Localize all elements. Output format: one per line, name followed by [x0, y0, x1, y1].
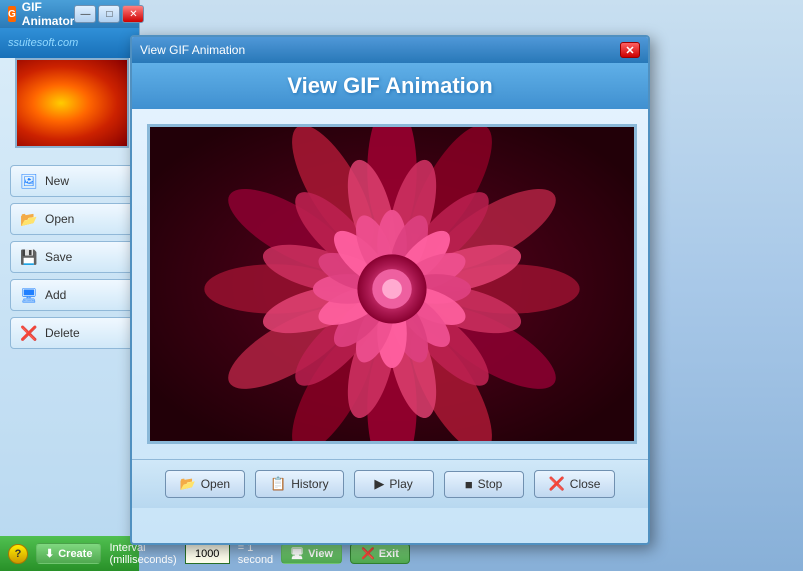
app-title: GIF Animator	[22, 0, 75, 28]
dialog-stop-icon: ■	[465, 477, 473, 492]
dialog-content	[132, 109, 648, 459]
save-label: Save	[45, 250, 72, 264]
exit-label: Exit	[379, 548, 399, 560]
open-icon: 📂	[19, 209, 39, 229]
interval-input[interactable]	[185, 544, 230, 564]
brand-text: ssuitesoft.com	[8, 37, 78, 49]
gif-display	[147, 124, 637, 444]
dialog-play-label: Play	[389, 477, 412, 491]
add-button[interactable]: 🖥 Add	[10, 279, 134, 311]
dialog-open-icon: 📂	[180, 476, 196, 492]
delete-icon: ❌	[19, 323, 39, 343]
create-button[interactable]: ⬇ Create	[36, 543, 101, 564]
view-icon: 🖥	[290, 547, 304, 560]
dialog-history-button[interactable]: 📋 History	[255, 470, 344, 498]
app-icon: G	[8, 6, 16, 22]
view-button[interactable]: 🖥 View	[281, 543, 342, 564]
dialog-close-footer-label: Close	[570, 477, 601, 491]
dialog-history-icon: 📋	[270, 476, 286, 492]
close-button[interactable]: ✕	[122, 5, 144, 23]
open-button[interactable]: 📂 Open	[10, 203, 134, 235]
new-label: New	[45, 174, 69, 188]
title-controls: — □ ✕	[74, 5, 144, 23]
dialog-play-button[interactable]: ▶ Play	[354, 470, 434, 498]
sidebar-buttons: 🖼 New 📂 Open 💾 Save 🖥 Add ❌ Delete	[10, 165, 134, 349]
gif-dialog: View GIF Animation ✕ View GIF Animation	[130, 35, 650, 545]
title-bar: G GIF Animator — □ ✕	[0, 0, 139, 28]
dialog-header: View GIF Animation	[132, 63, 648, 109]
add-label: Add	[45, 288, 66, 302]
dialog-stop-label: Stop	[478, 477, 503, 491]
equals-label: = 1 second	[238, 542, 273, 566]
dialog-header-title: View GIF Animation	[132, 73, 648, 99]
exit-icon: ❌	[361, 547, 375, 560]
dialog-title: View GIF Animation	[140, 43, 620, 57]
dialog-stop-button[interactable]: ■ Stop	[444, 471, 524, 498]
dialog-close-footer-icon: ❌	[549, 476, 565, 492]
interval-label: Interval (milliseconds)	[109, 542, 176, 566]
dialog-open-label: Open	[201, 477, 230, 491]
dialog-close-footer-button[interactable]: ❌ Close	[534, 470, 616, 498]
save-button[interactable]: 💾 Save	[10, 241, 134, 273]
main-window: G GIF Animator — □ ✕ ssuitesoft.com 🖼 Ne…	[0, 0, 140, 571]
dialog-close-button[interactable]: ✕	[620, 42, 640, 58]
dialog-footer: 📂 Open 📋 History ▶ Play ■ Stop ❌ Close	[132, 459, 648, 508]
flower-image	[150, 127, 634, 441]
dialog-play-icon: ▶	[374, 476, 384, 492]
minimize-button[interactable]: —	[74, 5, 96, 23]
maximize-button[interactable]: □	[98, 5, 120, 23]
thumbnail-area	[15, 58, 129, 148]
new-button[interactable]: 🖼 New	[10, 165, 134, 197]
view-label: View	[308, 548, 333, 560]
delete-button[interactable]: ❌ Delete	[10, 317, 134, 349]
help-button[interactable]: ?	[8, 544, 28, 564]
thumbnail-image	[17, 60, 127, 146]
delete-label: Delete	[45, 326, 80, 340]
brand-bar: ssuitesoft.com	[0, 28, 139, 58]
create-label: Create	[58, 548, 92, 560]
dialog-title-bar: View GIF Animation ✕	[132, 37, 648, 63]
new-icon: 🖼	[19, 171, 39, 191]
dialog-history-label: History	[291, 477, 328, 491]
create-icon: ⬇	[45, 547, 54, 560]
flower-svg	[150, 127, 634, 441]
bottom-bar: ? ⬇ Create Interval (milliseconds) = 1 s…	[0, 536, 139, 571]
exit-button[interactable]: ❌ Exit	[350, 543, 410, 564]
add-icon: 🖥	[19, 285, 39, 305]
save-icon: 💾	[19, 247, 39, 267]
open-label: Open	[45, 212, 74, 226]
dialog-open-button[interactable]: 📂 Open	[165, 470, 246, 498]
